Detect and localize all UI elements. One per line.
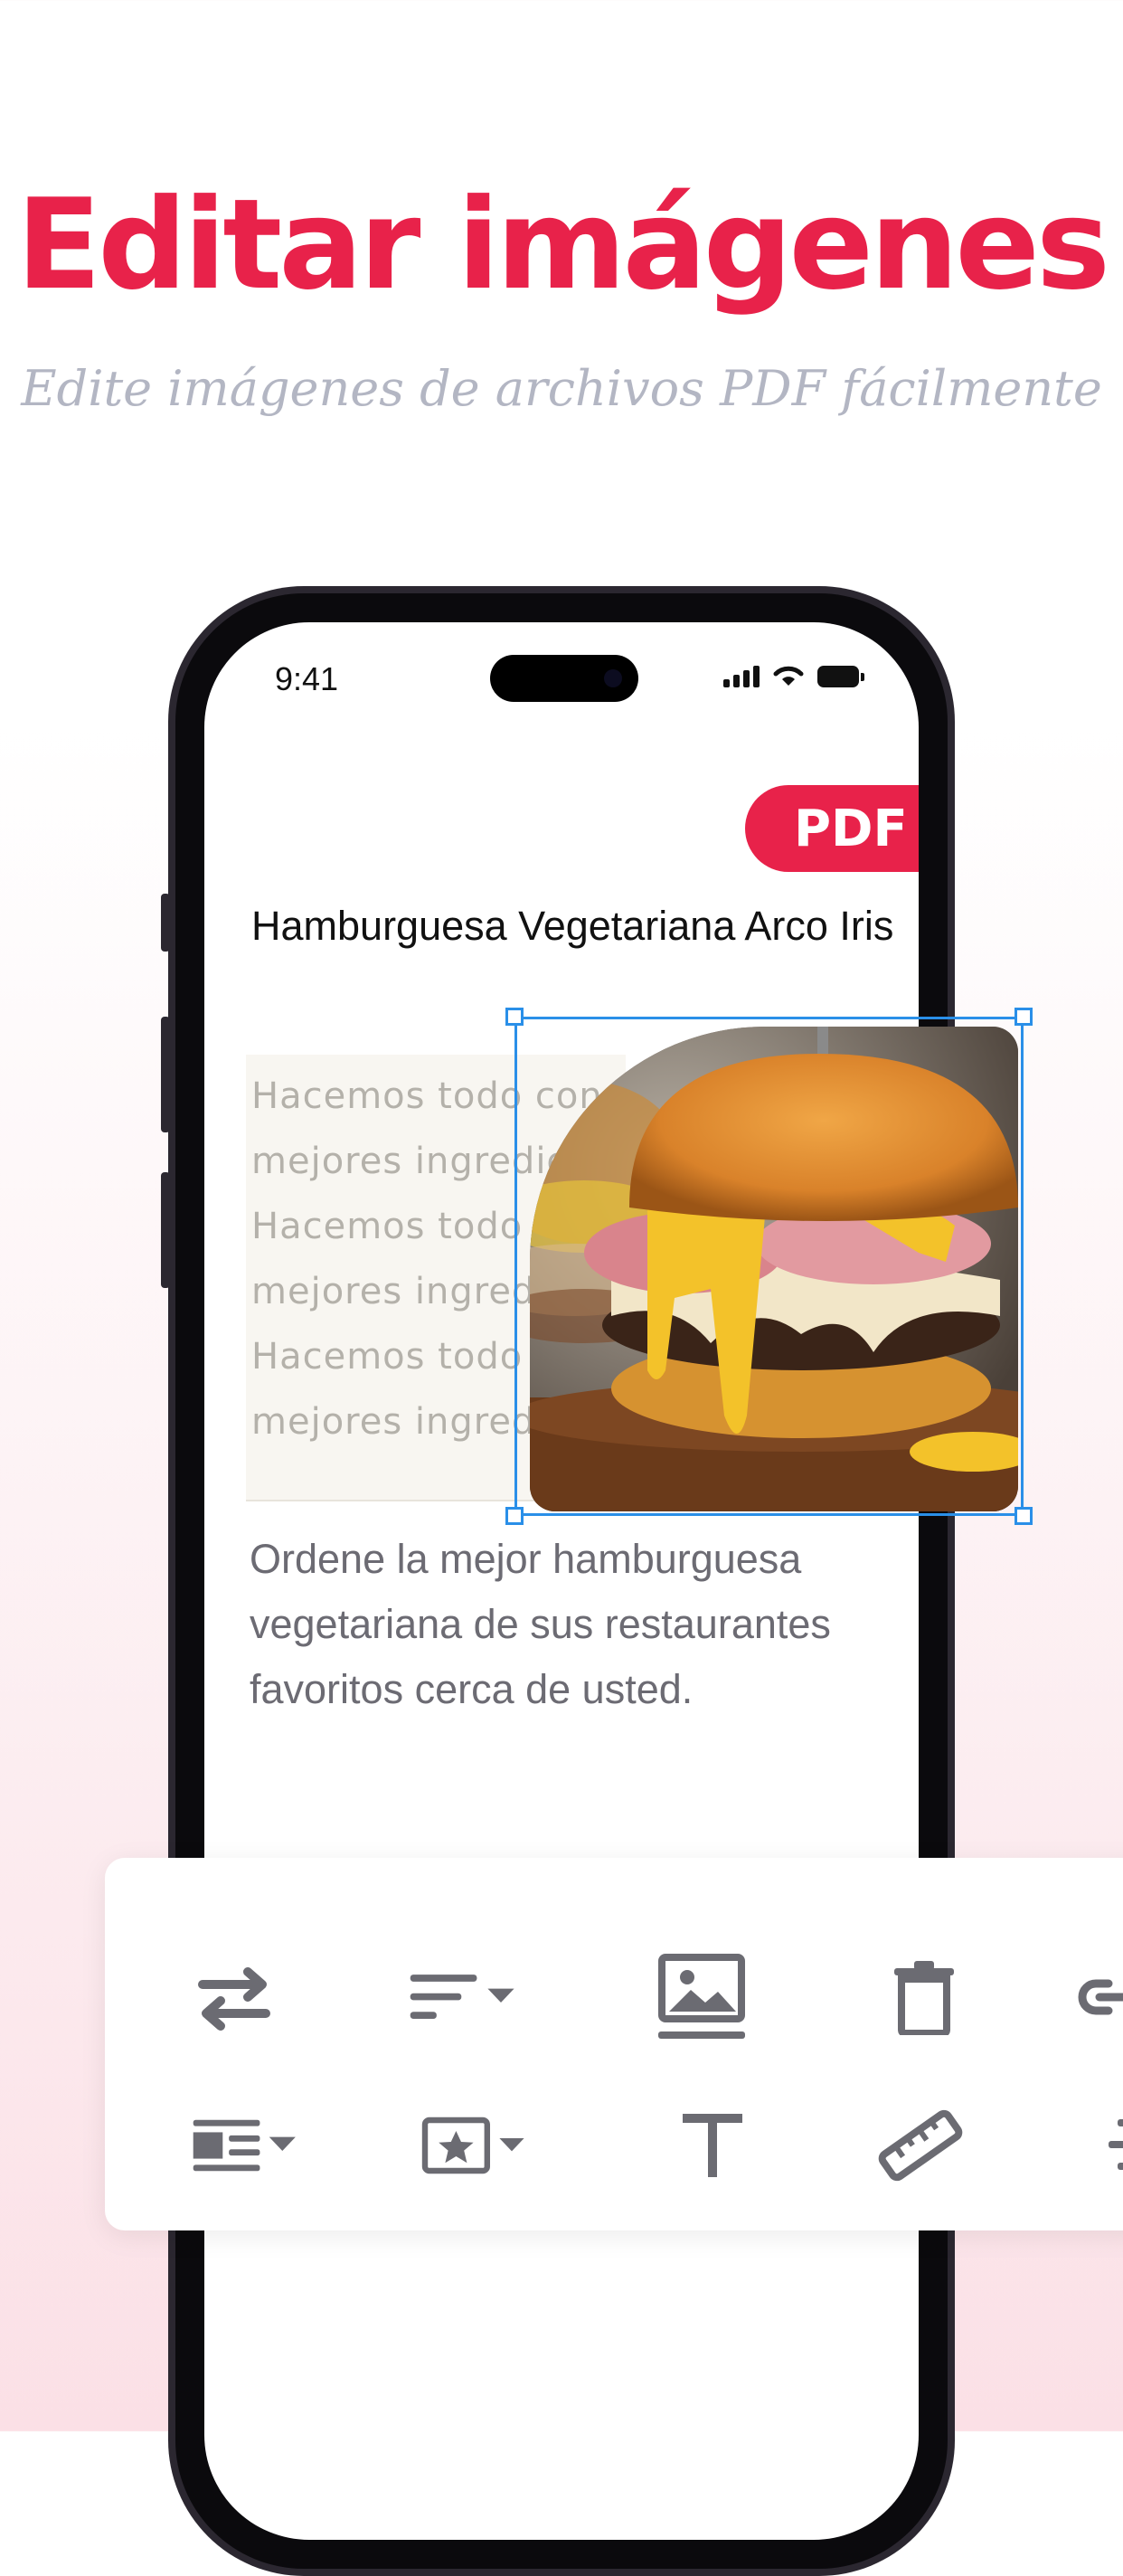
swap-icon [198, 1967, 270, 2031]
image-selection-box[interactable] [505, 1008, 1033, 1525]
align-button[interactable] [409, 1943, 517, 2051]
status-icons [723, 662, 864, 687]
status-time: 9:41 [275, 660, 339, 697]
text-icon [683, 2114, 742, 2177]
link-button[interactable] [1063, 1943, 1123, 2051]
align-icon [410, 1975, 514, 2019]
stamp-icon [421, 2117, 524, 2174]
phone-action-button [161, 894, 170, 952]
trash-icon [894, 1961, 954, 2035]
stamp-button[interactable] [421, 2091, 530, 2200]
delete-button[interactable] [870, 1943, 978, 2051]
phone-volume-down-button [161, 1172, 170, 1288]
phone-mockup: 9:41 PDF Hamburguesa Vegetariana Arco Ir… [161, 586, 955, 2576]
wifi-icon [773, 666, 804, 686]
phone-screen: 9:41 PDF Hamburguesa Vegetariana Arco Ir… [204, 622, 919, 2540]
ruler-icon [878, 2109, 963, 2182]
text-wrap-button[interactable] [192, 2091, 300, 2200]
page-subtitle: Edite imágenes de archivos PDF fácilment… [21, 360, 1102, 417]
phone-volume-up-button [161, 1017, 170, 1132]
page-title: Editar imágenes [15, 172, 1110, 317]
resize-handle-bottom-left[interactable] [505, 1507, 524, 1525]
battery-icon [817, 666, 864, 687]
measure-button[interactable] [866, 2091, 975, 2200]
replace-image-button[interactable] [180, 1943, 288, 2051]
text-button[interactable] [658, 2091, 767, 2200]
text-wrap-icon [193, 2119, 296, 2172]
resize-handle-top-left[interactable] [505, 1008, 524, 1026]
dynamic-island [490, 655, 638, 702]
link-icon [1078, 1979, 1123, 2015]
resize-handle-top-right[interactable] [1014, 1008, 1033, 1026]
indent-button[interactable] [1072, 2091, 1123, 2200]
signal-icon [723, 664, 760, 687]
image-button[interactable] [647, 1943, 756, 2051]
document-title[interactable]: Hamburguesa Vegetariana Arco Iris [251, 903, 919, 950]
resize-handle-bottom-right[interactable] [1014, 1507, 1033, 1525]
pdf-badge: PDF [745, 785, 919, 872]
indent-icon [1109, 2119, 1123, 2170]
document-paragraph[interactable]: Ordene la mejor hamburguesa vegetariana … [250, 1527, 873, 1722]
burger-image[interactable] [530, 1027, 1018, 1511]
camera-dot [604, 669, 622, 687]
image-icon [658, 1954, 745, 2039]
edit-toolbar [105, 1858, 1123, 2230]
